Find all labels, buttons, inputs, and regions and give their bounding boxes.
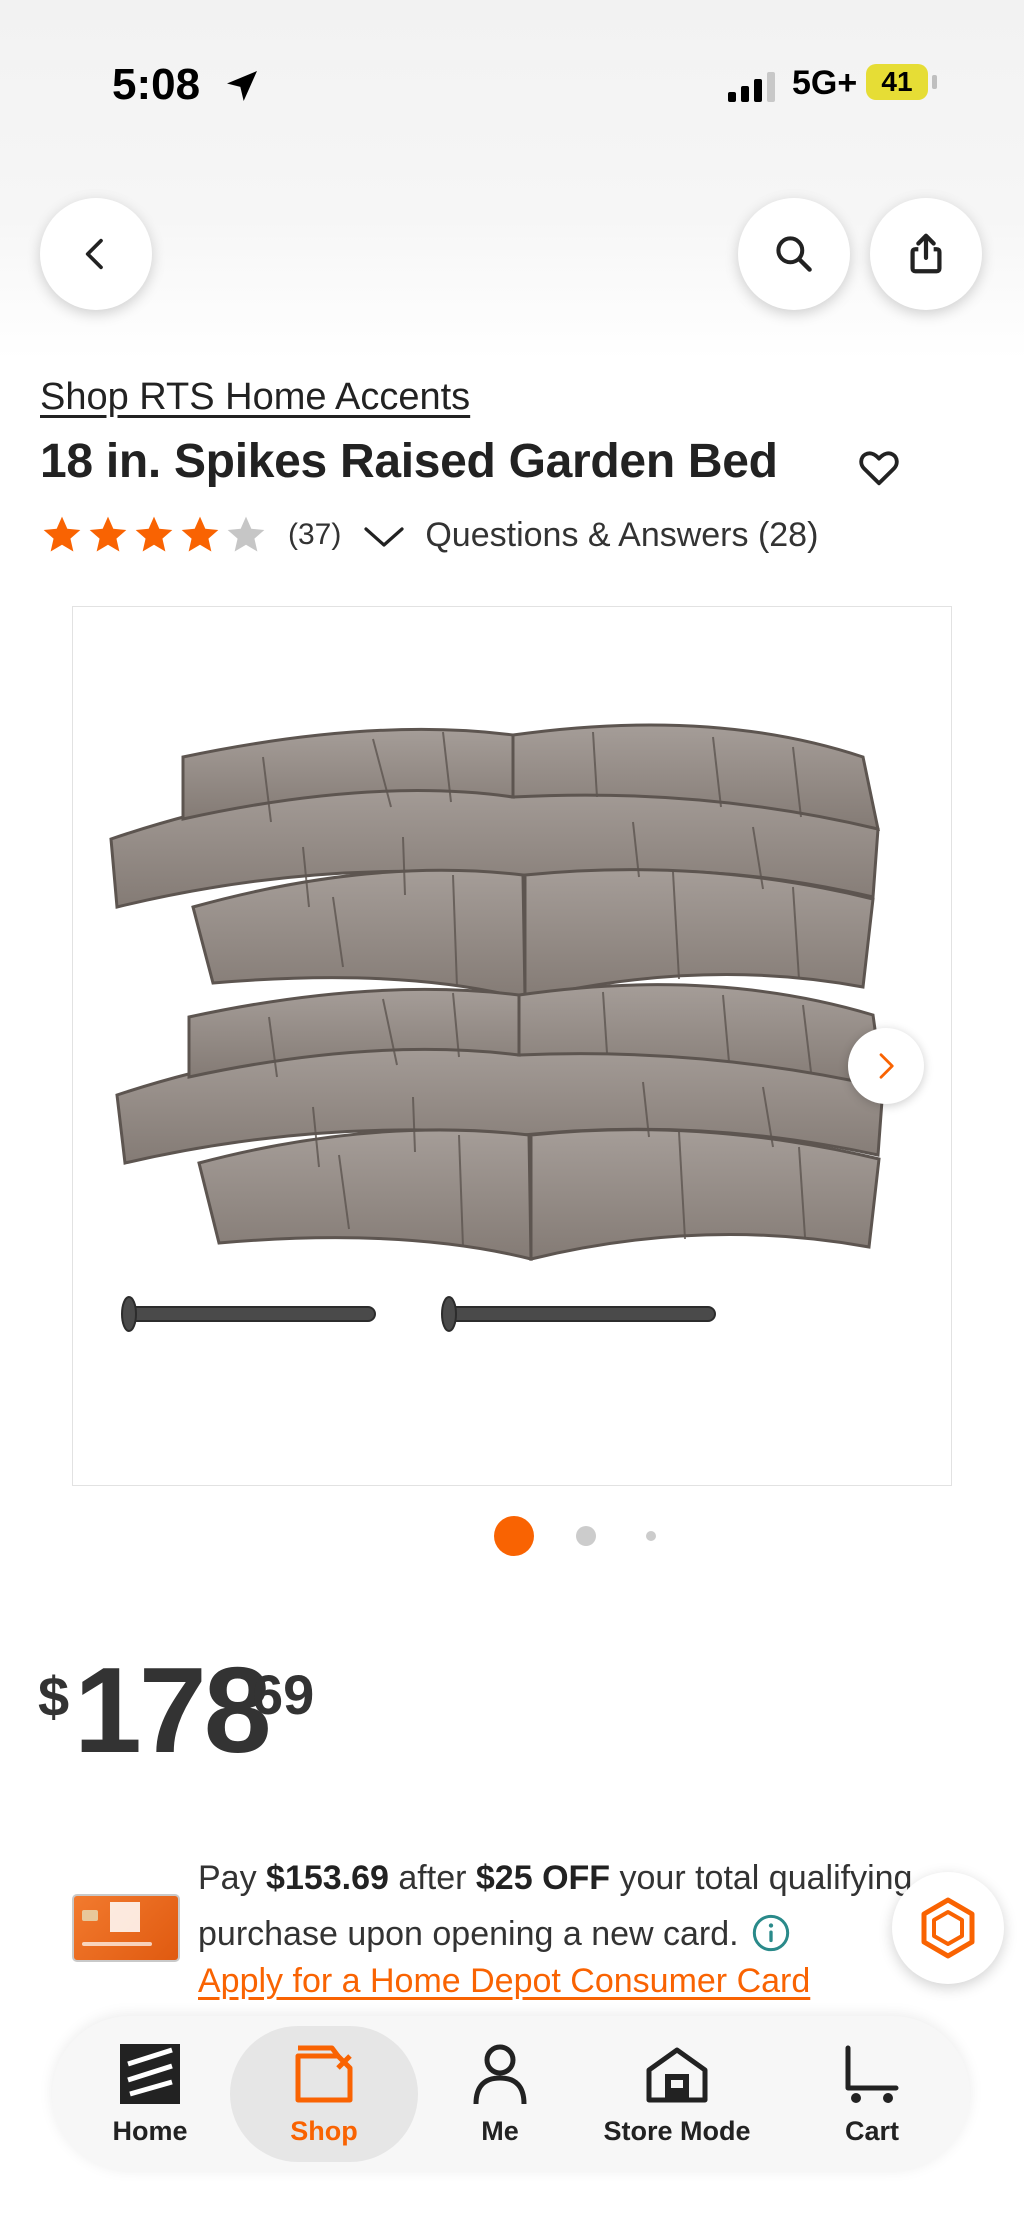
star-icon	[181, 516, 219, 552]
signal-icon	[728, 72, 775, 102]
star-icon	[135, 516, 173, 552]
review-count[interactable]: (37)	[288, 518, 341, 552]
shop-bag-icon	[295, 2045, 353, 2103]
battery-level: 41	[881, 66, 913, 97]
back-button[interactable]	[40, 198, 152, 310]
search-button[interactable]	[738, 198, 850, 310]
price-cents: 69	[252, 1663, 315, 1726]
location-arrow-icon	[227, 71, 257, 101]
product-image[interactable]	[72, 606, 952, 1486]
tab-cart-label: Cart	[844, 2116, 899, 2146]
pagination-dot[interactable]	[646, 1531, 656, 1541]
network-type: 5G+	[792, 64, 858, 102]
gallery-pagination	[0, 1516, 1024, 1556]
price-currency: $	[38, 1665, 70, 1728]
tab-cart[interactable]: Cart	[822, 2016, 922, 2172]
tab-me[interactable]: Me	[450, 2016, 550, 2172]
info-icon[interactable]	[751, 1913, 791, 1953]
next-image-button[interactable]	[848, 1028, 924, 1104]
home-depot-logo-icon	[120, 2044, 180, 2104]
person-icon	[473, 2044, 527, 2105]
star-icon	[227, 516, 265, 552]
status-time: 5:08	[112, 60, 201, 109]
promo-text-1: Pay	[198, 1859, 267, 1897]
store-icon	[646, 2047, 708, 2103]
product-title: 18 in. Spikes Raised Garden Bed	[40, 435, 778, 488]
star-icon	[43, 516, 81, 552]
promo-text-2: after	[388, 1859, 476, 1897]
cart-icon	[845, 2045, 899, 2103]
tab-store-mode[interactable]: Store Mode	[582, 2016, 772, 2172]
tab-shop-label: Shop	[290, 2116, 358, 2146]
price-dollars: 178	[74, 1642, 272, 1778]
chevron-down-icon[interactable]	[363, 523, 405, 551]
share-button[interactable]	[870, 198, 982, 310]
star-icon	[89, 516, 127, 552]
battery-indicator: 41	[866, 64, 937, 102]
search-icon	[776, 236, 812, 272]
chevron-right-icon	[879, 1053, 894, 1079]
tab-home-label: Home	[112, 2116, 188, 2146]
tab-me-label: Me	[481, 2116, 519, 2146]
brand-link[interactable]: Shop RTS Home Accents	[40, 376, 470, 419]
credit-card-image	[72, 1894, 180, 1962]
status-bar: 5:08 5G+ 41	[0, 50, 1024, 120]
tab-home[interactable]: Home	[90, 2016, 210, 2172]
tab-store-mode-label: Store Mode	[603, 2116, 751, 2146]
favorite-heart-icon[interactable]	[856, 444, 902, 490]
chevron-left-icon	[85, 238, 103, 270]
questions-answers-link[interactable]: Questions & Answers (28)	[425, 516, 818, 555]
home-depot-card-logo-icon	[82, 1902, 152, 1946]
bottom-tab-bar: Home Shop Me Store Mode Cart	[52, 2016, 970, 2172]
star-rating[interactable]	[40, 513, 268, 557]
garden-bed-product-illustration	[109, 723, 885, 1332]
rating-row: (37) Questions & Answers (28)	[40, 512, 818, 558]
hexagon-assistant-icon	[921, 1897, 975, 1959]
share-icon	[910, 233, 942, 274]
card-promo-text: Pay $153.69 after $25 OFF your total qua…	[198, 1850, 988, 1962]
promo-discount: $25 OFF	[475, 1859, 611, 1897]
chat-assistant-button[interactable]	[892, 1872, 1004, 1984]
apply-card-link[interactable]: Apply for a Home Depot Consumer Card	[198, 1962, 810, 2001]
pagination-dot[interactable]	[576, 1526, 596, 1546]
pagination-dot-active[interactable]	[494, 1516, 534, 1556]
promo-amount: $153.69	[266, 1859, 389, 1897]
tab-shop[interactable]: Shop	[230, 2016, 418, 2172]
